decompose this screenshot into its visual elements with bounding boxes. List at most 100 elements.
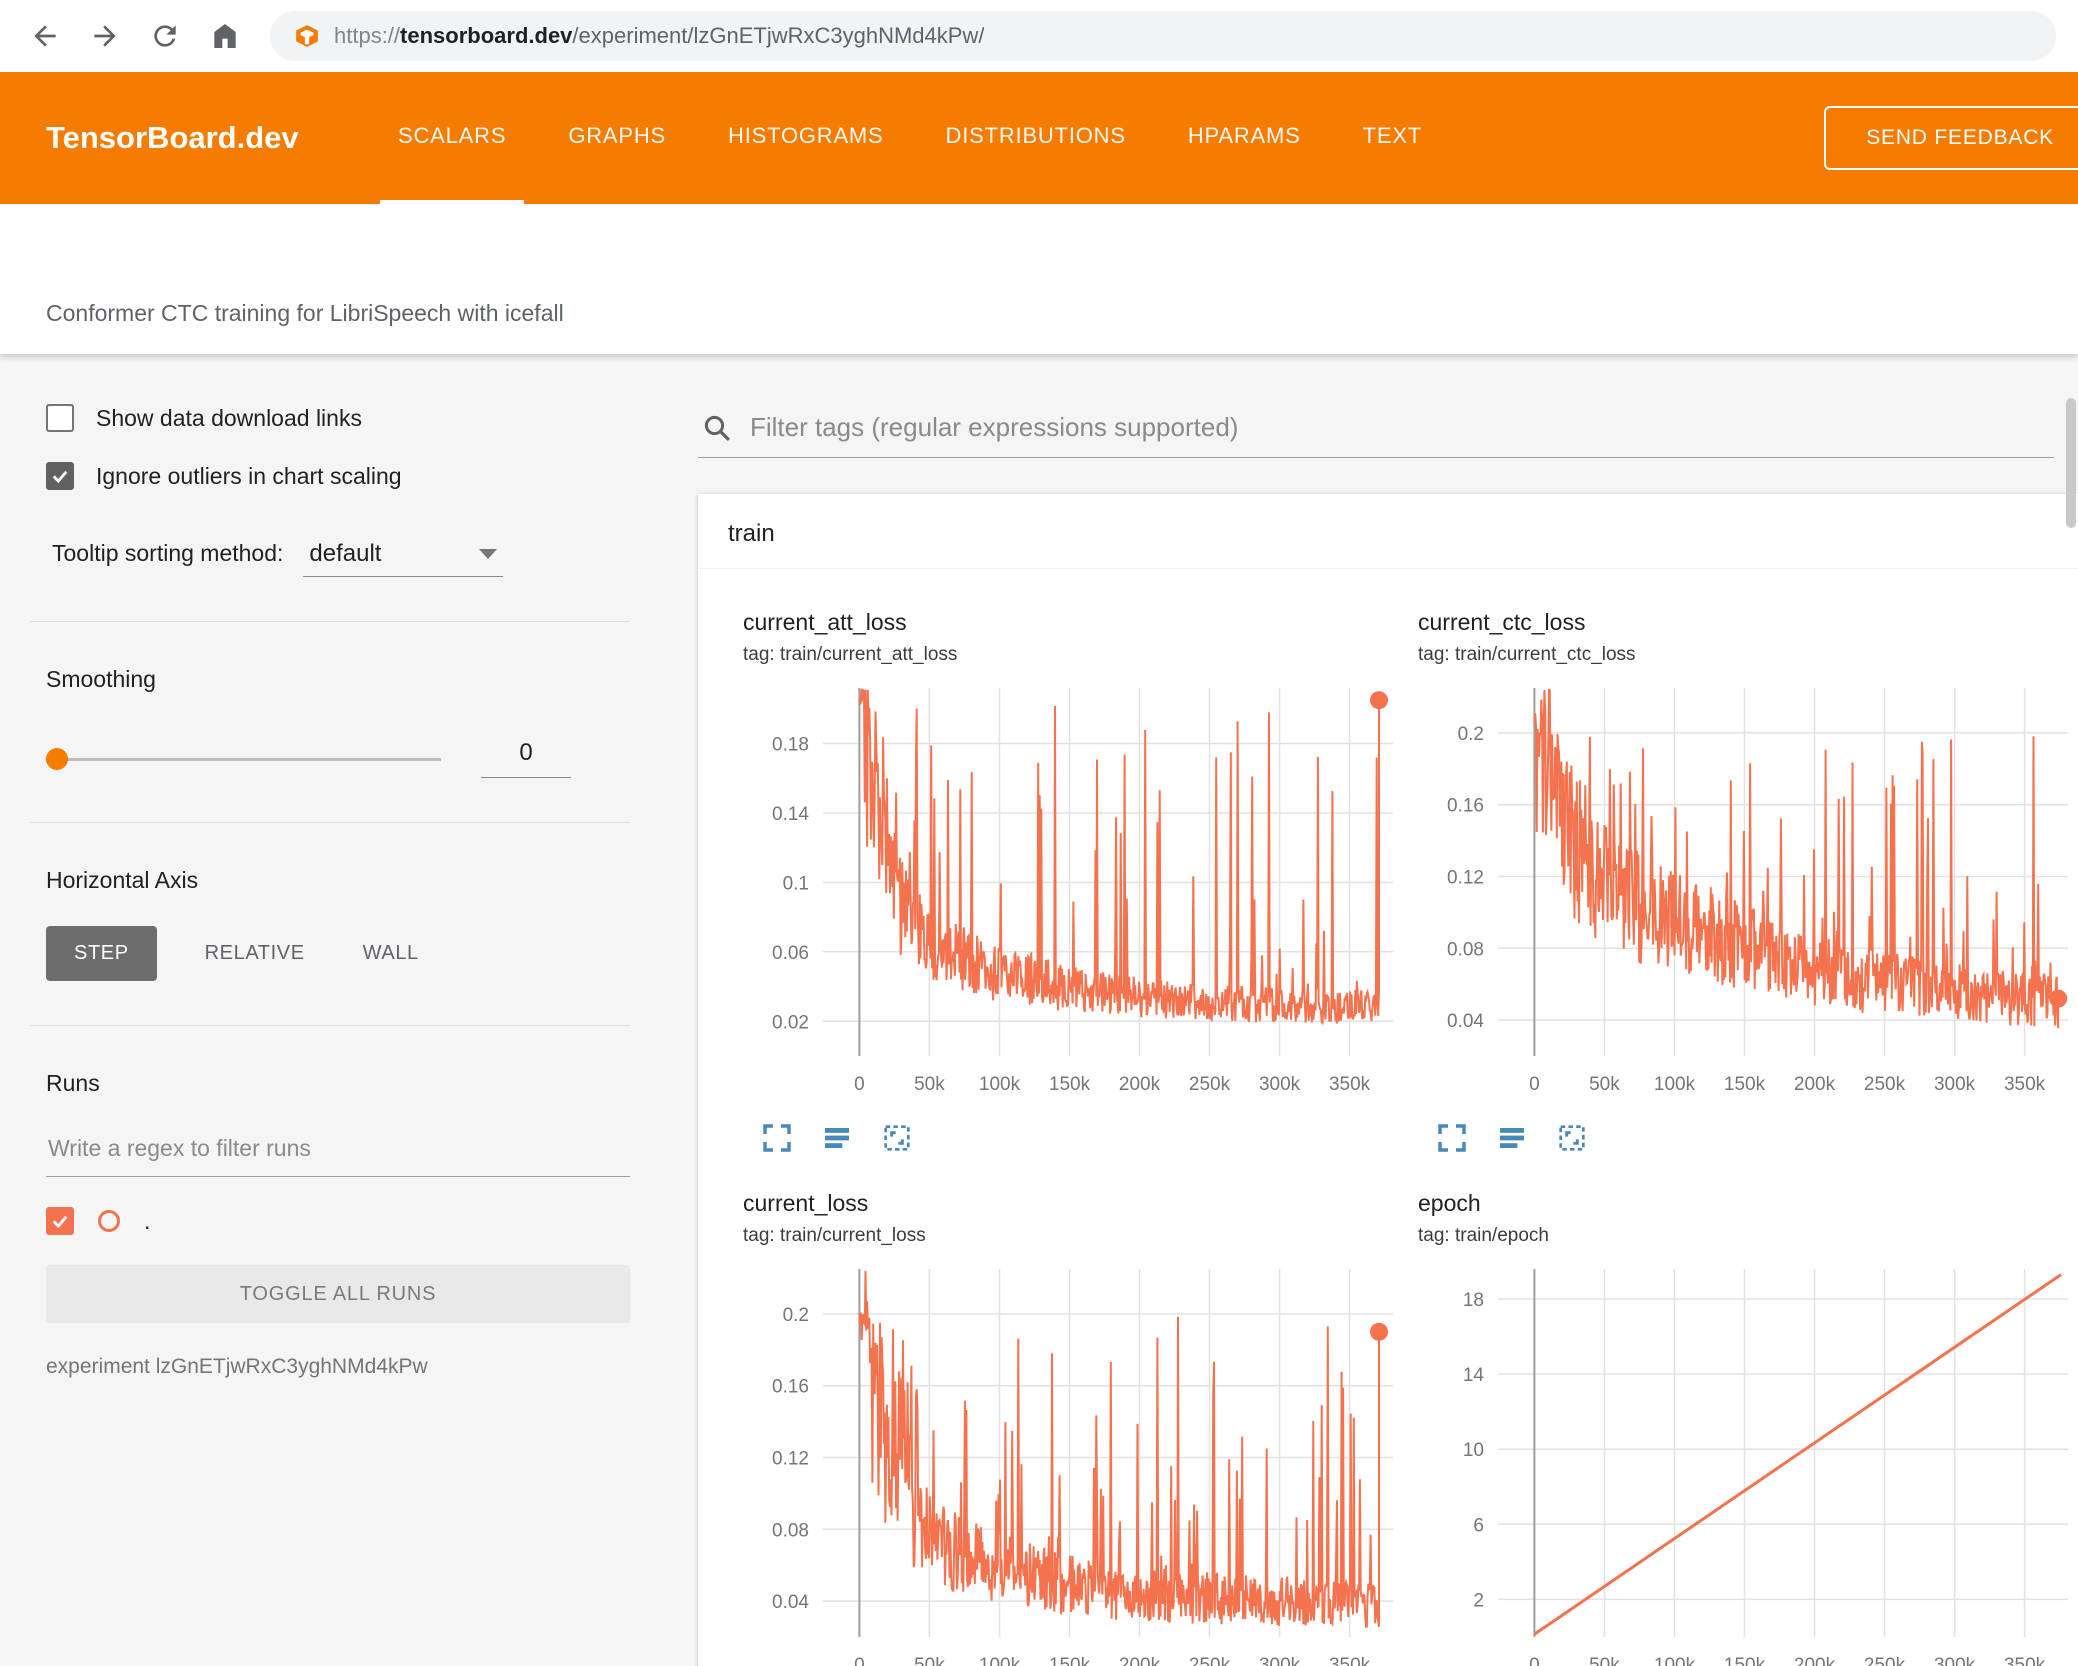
checkbox-label: Show data download links bbox=[96, 404, 362, 431]
svg-text:200k: 200k bbox=[1794, 1074, 1836, 1095]
runs-filter-input[interactable] bbox=[46, 1125, 630, 1177]
scalars-main: train current_att_loss tag: train/current… bbox=[690, 354, 2078, 1666]
svg-text:100k: 100k bbox=[979, 1074, 1021, 1095]
send-feedback-button[interactable]: SEND FEEDBACK bbox=[1824, 106, 2078, 170]
svg-text:150k: 150k bbox=[1724, 1074, 1766, 1095]
svg-text:0.04: 0.04 bbox=[1447, 1011, 1484, 1032]
group-header[interactable]: train bbox=[698, 494, 2078, 569]
svg-text:350k: 350k bbox=[1329, 1655, 1371, 1666]
tag-filter-input[interactable] bbox=[750, 412, 2050, 443]
svg-text:0.06: 0.06 bbox=[772, 943, 809, 964]
svg-text:200k: 200k bbox=[1119, 1655, 1161, 1666]
ignore-outliers-row[interactable]: Ignore outliers in chart scaling bbox=[46, 462, 630, 490]
svg-text:250k: 250k bbox=[1189, 1074, 1231, 1095]
chart-tag: tag: train/current_att_loss bbox=[743, 644, 958, 665]
settings-sidebar: Show data download links Ignore outliers… bbox=[0, 354, 690, 1666]
scrollbar-thumb[interactable] bbox=[2066, 398, 2076, 528]
tab-distributions[interactable]: DISTRIBUTIONS bbox=[928, 72, 1144, 204]
show-download-links-checkbox[interactable] bbox=[46, 404, 74, 432]
run-color-swatch-icon bbox=[98, 1210, 120, 1232]
chart-title: current_att_loss bbox=[743, 609, 907, 635]
chart-card-current_loss: current_loss tag: train/current_loss 0.04 0… bbox=[743, 1190, 1403, 1666]
svg-text:18: 18 bbox=[1463, 1290, 1484, 1311]
ignore-outliers-checkbox[interactable] bbox=[46, 462, 74, 490]
slider-track bbox=[46, 757, 441, 761]
divider bbox=[30, 621, 630, 622]
chart-title: current_loss bbox=[743, 1190, 869, 1216]
app-header: TensorBoard.dev SCALARS GRAPHS HISTOGRAM… bbox=[0, 72, 2078, 204]
svg-text:300k: 300k bbox=[1934, 1074, 1976, 1095]
slider-thumb[interactable] bbox=[46, 747, 68, 770]
axis-wall-button[interactable]: WALL bbox=[353, 926, 429, 981]
experiment-description: Conformer CTC training for LibriSpeech w… bbox=[46, 300, 564, 326]
svg-text:150k: 150k bbox=[1724, 1655, 1766, 1666]
svg-text:0.08: 0.08 bbox=[1447, 939, 1484, 960]
tab-scalars[interactable]: SCALARS bbox=[380, 72, 525, 204]
runs-label: Runs bbox=[46, 1070, 100, 1096]
chart-plot-current_ctc_loss[interactable]: 0.04 0.08 0.12 0.16 0.2 0 50k 100k 150k 200k 250k 3… bbox=[1418, 680, 2078, 1108]
reload-icon[interactable] bbox=[142, 13, 188, 59]
svg-text:0.2: 0.2 bbox=[783, 1305, 809, 1326]
address-bar[interactable]: https://tensorboard.dev/experiment/lzGnE… bbox=[270, 11, 2056, 61]
top-nav: SCALARS GRAPHS HISTOGRAMS DISTRIBUTIONS … bbox=[380, 72, 1466, 204]
svg-text:150k: 150k bbox=[1049, 1074, 1091, 1095]
svg-text:0.02: 0.02 bbox=[772, 1012, 809, 1033]
svg-text:250k: 250k bbox=[1189, 1655, 1231, 1666]
home-icon[interactable] bbox=[202, 13, 248, 59]
svg-text:250k: 250k bbox=[1864, 1655, 1906, 1666]
check-icon bbox=[52, 1215, 68, 1229]
tab-graphs[interactable]: GRAPHS bbox=[550, 72, 684, 204]
fit-domain-icon[interactable] bbox=[881, 1122, 913, 1154]
tab-hparams[interactable]: HPARAMS bbox=[1170, 72, 1319, 204]
chart-plot-current_loss[interactable]: 0.04 0.08 0.12 0.16 0.2 0 50k 100k 150k 200k 250k 3… bbox=[743, 1261, 1403, 1666]
svg-text:14: 14 bbox=[1463, 1365, 1485, 1386]
svg-text:0.08: 0.08 bbox=[772, 1520, 809, 1541]
svg-text:50k: 50k bbox=[914, 1655, 945, 1666]
toggle-all-runs-button[interactable]: TOGGLE ALL RUNS bbox=[46, 1265, 630, 1323]
back-icon[interactable] bbox=[22, 13, 68, 59]
svg-text:0.16: 0.16 bbox=[1447, 796, 1484, 817]
svg-text:0: 0 bbox=[854, 1074, 865, 1095]
svg-text:0.04: 0.04 bbox=[772, 1592, 809, 1613]
tab-histograms[interactable]: HISTOGRAMS bbox=[710, 72, 902, 204]
chart-title: epoch bbox=[1418, 1190, 1481, 1216]
run-row[interactable]: . bbox=[46, 1207, 630, 1235]
smoothing-value-input[interactable]: 0 bbox=[481, 739, 571, 778]
tooltip-sorting-select[interactable]: default bbox=[303, 538, 504, 577]
tooltip-sorting-label: Tooltip sorting method: bbox=[52, 540, 284, 566]
svg-text:350k: 350k bbox=[1329, 1074, 1371, 1095]
svg-text:50k: 50k bbox=[1589, 1074, 1620, 1095]
svg-text:300k: 300k bbox=[1259, 1655, 1301, 1666]
data-table-icon[interactable] bbox=[821, 1122, 853, 1154]
fullscreen-icon[interactable] bbox=[761, 1122, 793, 1154]
axis-step-button[interactable]: STEP bbox=[46, 926, 157, 981]
chart-card-current_att_loss: current_att_loss tag: train/current_att_l… bbox=[743, 609, 1403, 1154]
svg-text:0: 0 bbox=[1529, 1074, 1540, 1095]
forward-icon[interactable] bbox=[82, 13, 128, 59]
svg-text:0: 0 bbox=[1529, 1655, 1540, 1666]
scrollbar[interactable] bbox=[2064, 354, 2078, 1666]
svg-text:0.14: 0.14 bbox=[772, 804, 809, 825]
tooltip-sorting-value: default bbox=[309, 540, 382, 567]
browser-toolbar: https://tensorboard.dev/experiment/lzGnE… bbox=[0, 0, 2078, 72]
train-group-card: train current_att_loss tag: train/current… bbox=[698, 494, 2078, 1666]
check-icon bbox=[52, 470, 68, 484]
tab-text[interactable]: TEXT bbox=[1345, 72, 1440, 204]
chart-plot-epoch[interactable]: 2 6 10 14 18 0 50k 100k 150k 200k 250k 300k 350k bbox=[1418, 1261, 2078, 1666]
chevron-down-icon bbox=[479, 549, 498, 559]
show-download-links-row[interactable]: Show data download links bbox=[46, 404, 630, 432]
smoothing-slider[interactable] bbox=[46, 745, 441, 773]
tag-filter[interactable] bbox=[698, 408, 2054, 458]
svg-text:100k: 100k bbox=[1654, 1074, 1696, 1095]
svg-text:10: 10 bbox=[1463, 1440, 1484, 1461]
svg-text:0.1: 0.1 bbox=[783, 873, 809, 894]
axis-relative-button[interactable]: RELATIVE bbox=[195, 926, 315, 981]
experiment-subtitle-bar: Conformer CTC training for LibriSpeech w… bbox=[0, 204, 2078, 354]
data-table-icon[interactable] bbox=[1496, 1122, 1528, 1154]
run-checkbox[interactable] bbox=[46, 1207, 74, 1235]
fullscreen-icon[interactable] bbox=[1436, 1122, 1468, 1154]
svg-text:50k: 50k bbox=[1589, 1655, 1620, 1666]
fit-domain-icon[interactable] bbox=[1556, 1122, 1588, 1154]
horizontal-axis-label: Horizontal Axis bbox=[46, 867, 199, 893]
chart-plot-current_att_loss[interactable]: 0.02 0.06 0.1 0.14 0.18 0 50k 100k 150k 200k 250k 3… bbox=[743, 680, 1403, 1108]
